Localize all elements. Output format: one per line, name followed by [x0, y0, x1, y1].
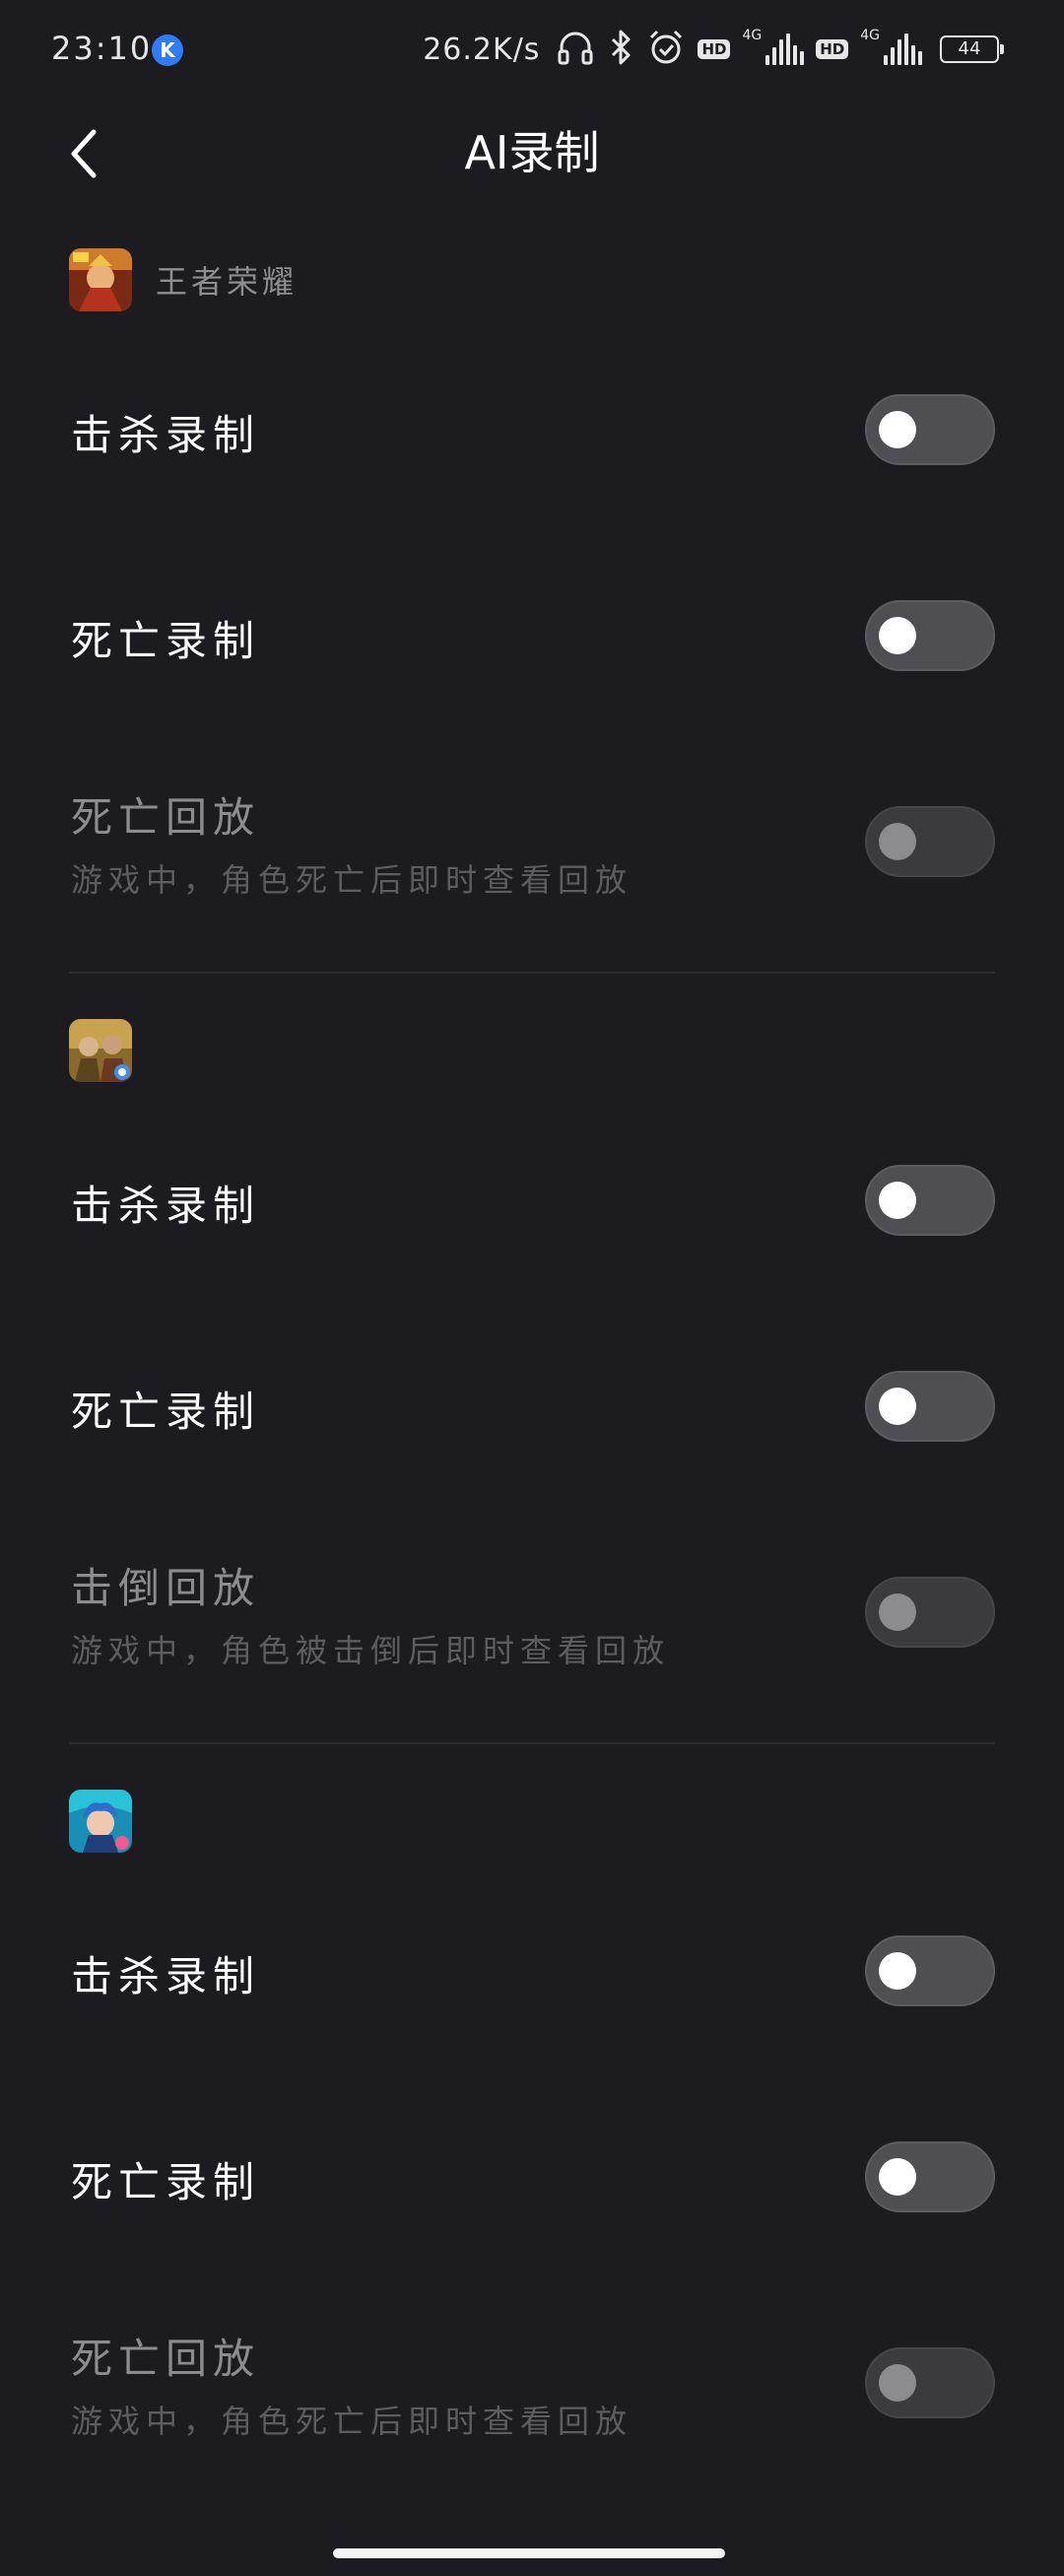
- signal-icon: [765, 34, 805, 65]
- toggle-knob: [879, 2158, 916, 2196]
- app-notification-icon: K: [152, 34, 183, 66]
- status-time: 23:10: [51, 30, 153, 67]
- battery-icon: 44: [940, 35, 1004, 63]
- setting-row-death-replay: 死亡回放 游戏中，角色死亡后即时查看回放: [0, 2294, 1064, 2472]
- toggle-knob: [879, 1182, 916, 1219]
- game-name: 王者荣耀: [156, 263, 299, 301]
- setting-row-death-record: 死亡录制: [0, 547, 1064, 724]
- setting-row-knockdown-replay: 击倒回放 游戏中，角色被击倒后即时查看回放: [0, 1524, 1064, 1701]
- row-title: 击杀录制: [71, 1182, 261, 1230]
- home-indicator[interactable]: [333, 2548, 725, 2558]
- pubg-mobile-icon: [69, 1019, 132, 1082]
- row-title: 死亡录制: [71, 617, 261, 665]
- toggle-knob: [879, 1952, 916, 1990]
- page-title: AI录制: [464, 126, 600, 179]
- death-replay-toggle[interactable]: [865, 806, 995, 877]
- setting-row-kill-record: 击杀录制: [0, 1882, 1064, 2060]
- death-record-toggle[interactable]: [865, 600, 995, 671]
- bluetooth-icon: [607, 28, 634, 71]
- headphones-icon: [556, 28, 595, 71]
- toggle-knob: [879, 823, 916, 860]
- death-record-toggle[interactable]: [865, 1371, 995, 1442]
- alarm-icon: [646, 28, 686, 71]
- row-subtitle: 游戏中，角色被击倒后即时查看回放: [71, 1632, 671, 1669]
- kill-record-toggle[interactable]: [865, 1165, 995, 1236]
- toggle-knob: [879, 1388, 916, 1425]
- status-indicators: 26.2K/s HD 4G HD 4G 44: [423, 26, 1004, 73]
- network-type-2: 4G: [860, 28, 880, 43]
- setting-row-kill-record: 击杀录制: [0, 341, 1064, 518]
- toggle-knob: [879, 2364, 916, 2402]
- game-header: 王者荣耀: [69, 248, 298, 311]
- toggle-knob: [879, 411, 916, 448]
- section-divider: [69, 972, 995, 974]
- status-bar: 23:10 K 26.2K/s HD 4G HD 4G 44: [0, 0, 1064, 99]
- row-subtitle: 游戏中，角色死亡后即时查看回放: [71, 861, 633, 899]
- row-title: 死亡录制: [71, 1388, 261, 1436]
- row-title: 击杀录制: [71, 1952, 261, 2000]
- setting-row-death-replay: 死亡回放 游戏中，角色死亡后即时查看回放: [0, 753, 1064, 930]
- game-header: [69, 1019, 156, 1082]
- row-title: 死亡录制: [71, 2158, 261, 2206]
- setting-row-kill-record: 击杀录制: [0, 1112, 1064, 1289]
- row-title: 死亡回放: [71, 2335, 261, 2383]
- kill-record-toggle[interactable]: [865, 1935, 995, 2006]
- section-divider: [69, 1742, 995, 1744]
- setting-row-death-record: 死亡录制: [0, 1318, 1064, 1495]
- death-replay-toggle[interactable]: [865, 2347, 995, 2418]
- row-title: 击倒回放: [71, 1564, 261, 1612]
- row-title: 死亡回放: [71, 793, 261, 842]
- row-subtitle: 游戏中，角色死亡后即时查看回放: [71, 2403, 633, 2440]
- kill-record-toggle[interactable]: [865, 394, 995, 465]
- death-record-toggle[interactable]: [865, 2141, 995, 2212]
- hd-icon: HD: [698, 39, 731, 59]
- knockdown-replay-toggle[interactable]: [865, 1577, 995, 1648]
- network-speed: 26.2K/s: [423, 32, 541, 67]
- signal-icon-2: [884, 34, 922, 65]
- toggle-knob: [879, 1593, 916, 1631]
- network-type: 4G: [742, 28, 763, 43]
- hd-icon-2: HD: [816, 39, 849, 59]
- row-title: 击杀录制: [71, 411, 261, 459]
- setting-row-death-record: 死亡录制: [0, 2088, 1064, 2266]
- honor-of-kings-icon: [69, 248, 132, 311]
- league-of-legends-icon: [69, 1790, 132, 1853]
- game-header: [69, 1790, 156, 1853]
- toggle-knob: [879, 617, 916, 654]
